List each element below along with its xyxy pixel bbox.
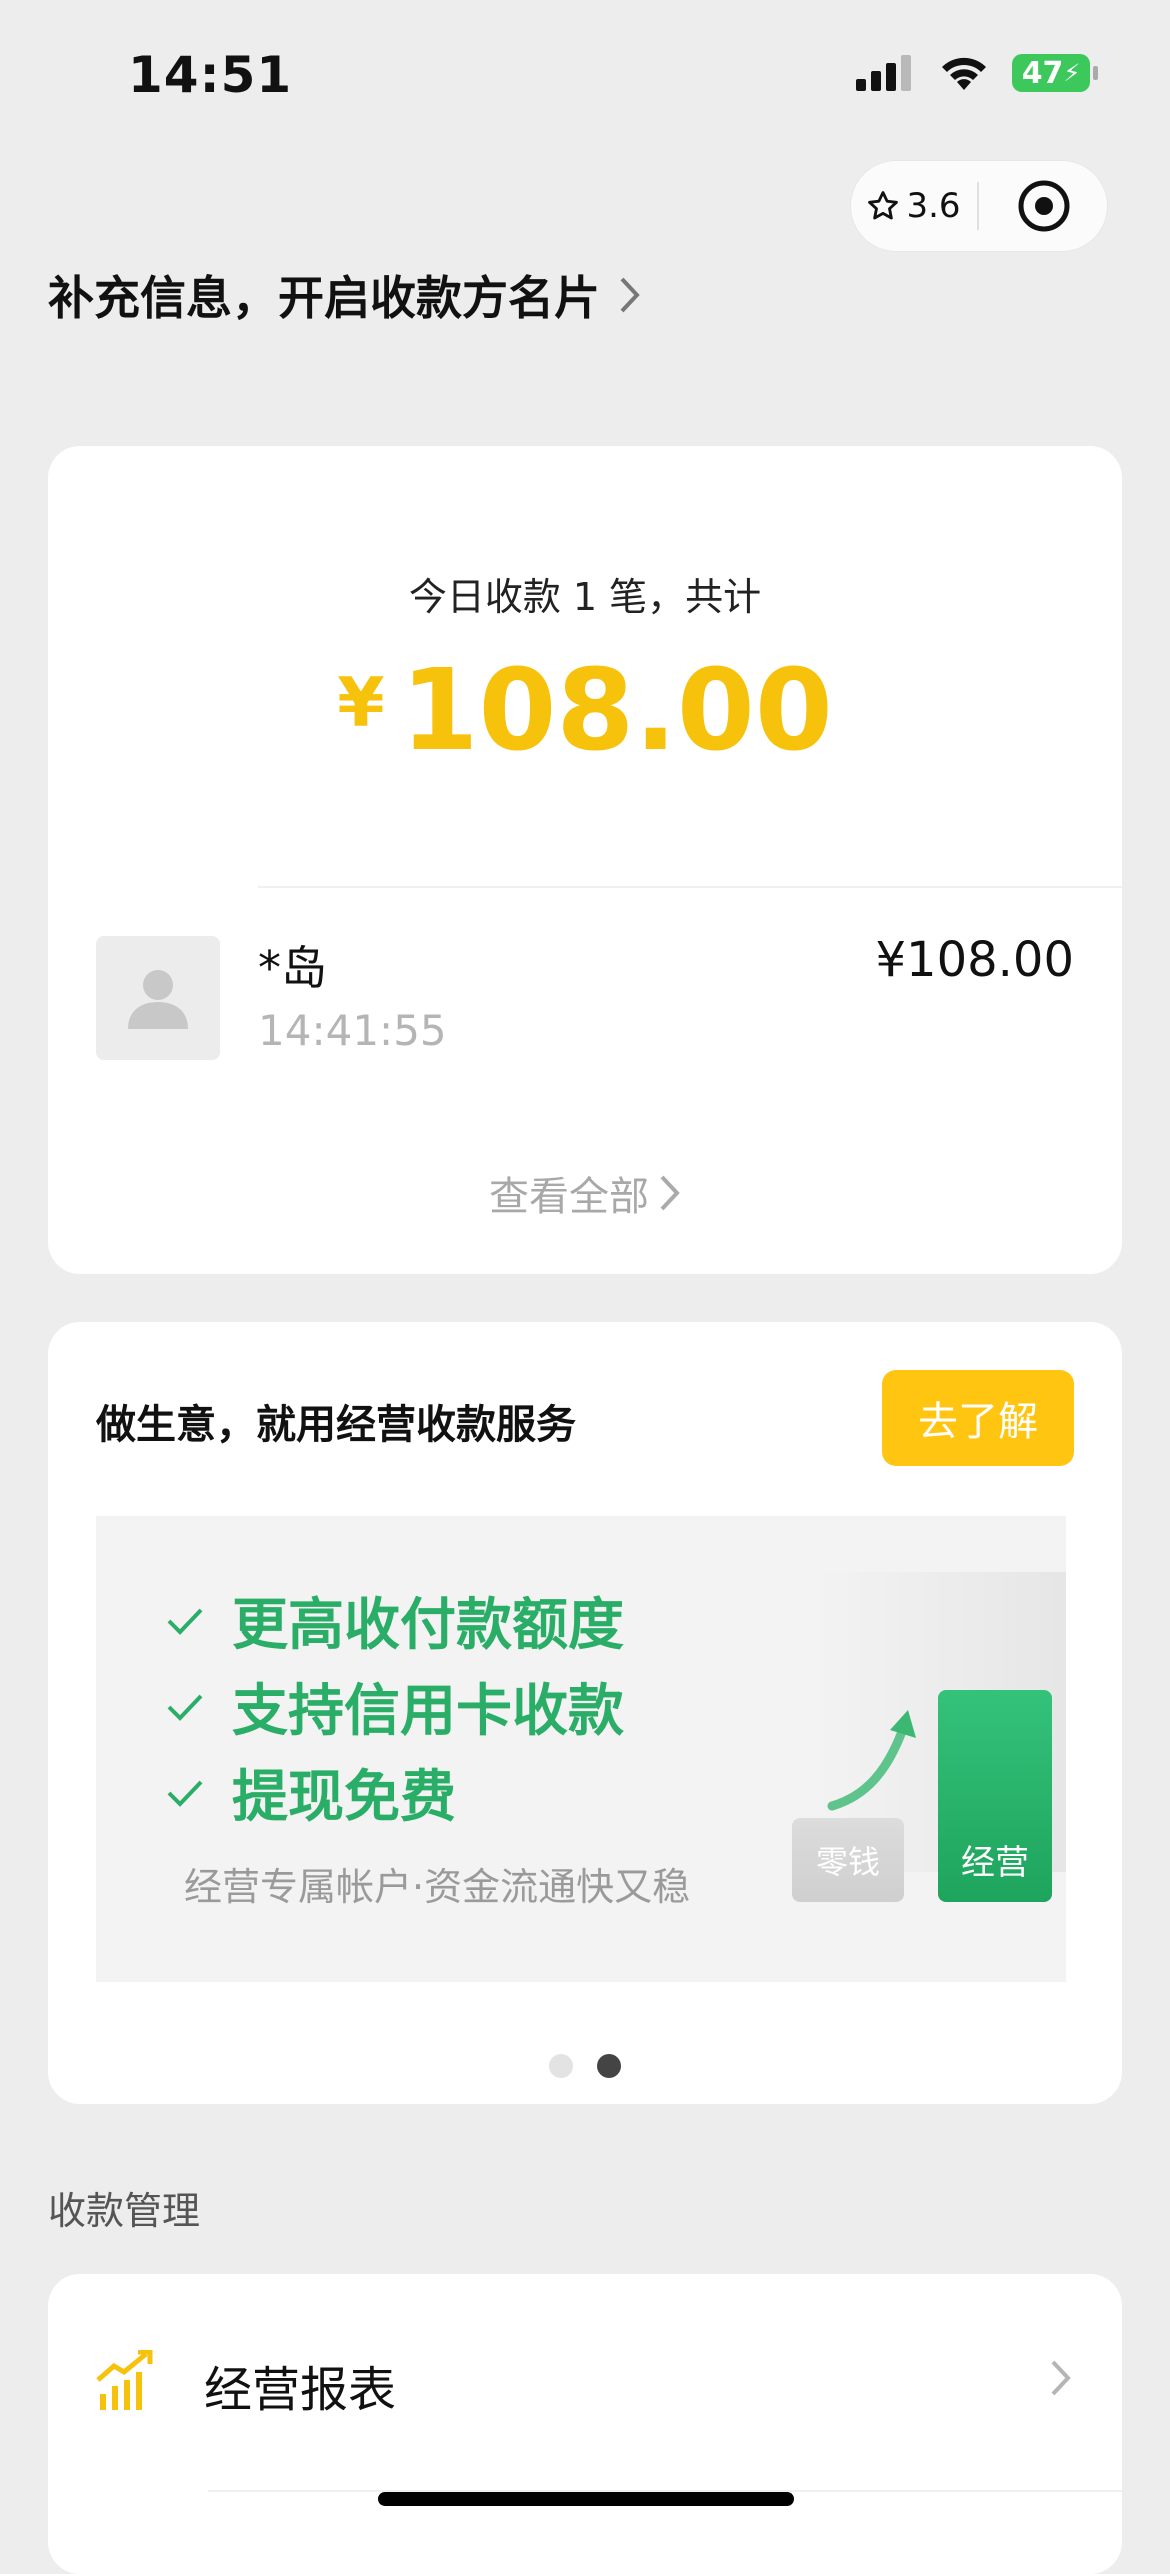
payment-amount: ¥108.00	[875, 932, 1075, 988]
check-icon	[167, 1608, 203, 1635]
carousel-dot[interactable]	[549, 2054, 573, 2078]
summary-line: 今日收款 1 笔，共计	[408, 575, 762, 619]
carousel-dot-active[interactable]	[597, 2054, 621, 2078]
chevron-right-icon	[1051, 2360, 1071, 2396]
user-placeholder-icon	[128, 970, 188, 1029]
banner-subtitle: 经营专属帐户·资金流通快又稳	[184, 1865, 691, 1909]
view-all-link[interactable]: 查看全部	[48, 1164, 1122, 1222]
report-icon	[96, 2349, 154, 2416]
arrow-up-icon	[827, 1710, 916, 1811]
feature-label: 支持信用卡收款	[232, 1679, 624, 1744]
feature-item: 支持信用卡收款	[166, 1666, 624, 1747]
battery-level: 47	[1021, 55, 1064, 91]
miniprogram-capsule: 3.6	[850, 160, 1108, 252]
rating-value: 3.6	[906, 186, 961, 226]
target-icon	[1018, 180, 1069, 232]
section-title: 收款管理	[48, 2189, 201, 2233]
today-summary-card: 今日收款 1 笔，共计 ¥108.00 *岛 14:41:55 ¥108.00 …	[48, 446, 1122, 1274]
payee-card-link[interactable]: 补充信息，开启收款方名片	[48, 262, 642, 328]
rating-button[interactable]: 3.6	[850, 186, 977, 226]
feature-label: 提现免费	[232, 1765, 456, 1830]
view-all-label: 查看全部	[489, 1174, 649, 1220]
learn-more-button[interactable]: 去了解	[882, 1370, 1074, 1466]
star-icon	[868, 191, 899, 220]
status-icons: 47 ⚡	[856, 54, 1098, 92]
business-service-card: 做生意，就用经营收款服务 去了解 更高收付款额度 支持信用卡收款 提现免费 经营…	[48, 1322, 1122, 2104]
payer-name: *岛	[258, 941, 327, 995]
wifi-icon	[942, 57, 986, 90]
battery-icon: 47 ⚡	[1012, 54, 1098, 92]
summary-total: ¥108.00	[48, 646, 1122, 776]
tag-change: 零钱	[792, 1818, 904, 1902]
tag-business: 经营	[938, 1690, 1052, 1902]
feature-item: 提现免费	[166, 1752, 456, 1833]
payee-card-link-text: 补充信息，开启收款方名片	[48, 271, 600, 325]
close-miniprogram-button[interactable]	[979, 178, 1108, 234]
summary-amount: 108.00	[400, 646, 833, 776]
avatar	[96, 936, 220, 1060]
check-icon	[167, 1694, 203, 1721]
chevron-right-icon	[660, 1175, 680, 1211]
service-title: 做生意，就用经营收款服务	[96, 1402, 576, 1448]
home-indicator[interactable]	[378, 2492, 794, 2506]
payment-time: 14:41:55	[258, 1006, 447, 1055]
feature-label: 更高收付款额度	[232, 1593, 624, 1658]
service-banner[interactable]: 更高收付款额度 支持信用卡收款 提现免费 经营专属帐户·资金流通快又稳 零钱 经…	[96, 1516, 1066, 1982]
divider	[258, 886, 1122, 888]
currency-symbol: ¥	[337, 664, 385, 743]
signal-icon	[856, 55, 911, 91]
business-report-item[interactable]: 经营报表	[204, 2350, 396, 2420]
feature-item: 更高收付款额度	[166, 1580, 624, 1661]
management-card: 经营报表	[48, 2274, 1122, 2574]
carousel-dots	[48, 2054, 1122, 2078]
check-icon	[167, 1780, 203, 1807]
chevron-right-icon	[620, 277, 640, 313]
status-time: 14:51	[128, 46, 293, 104]
